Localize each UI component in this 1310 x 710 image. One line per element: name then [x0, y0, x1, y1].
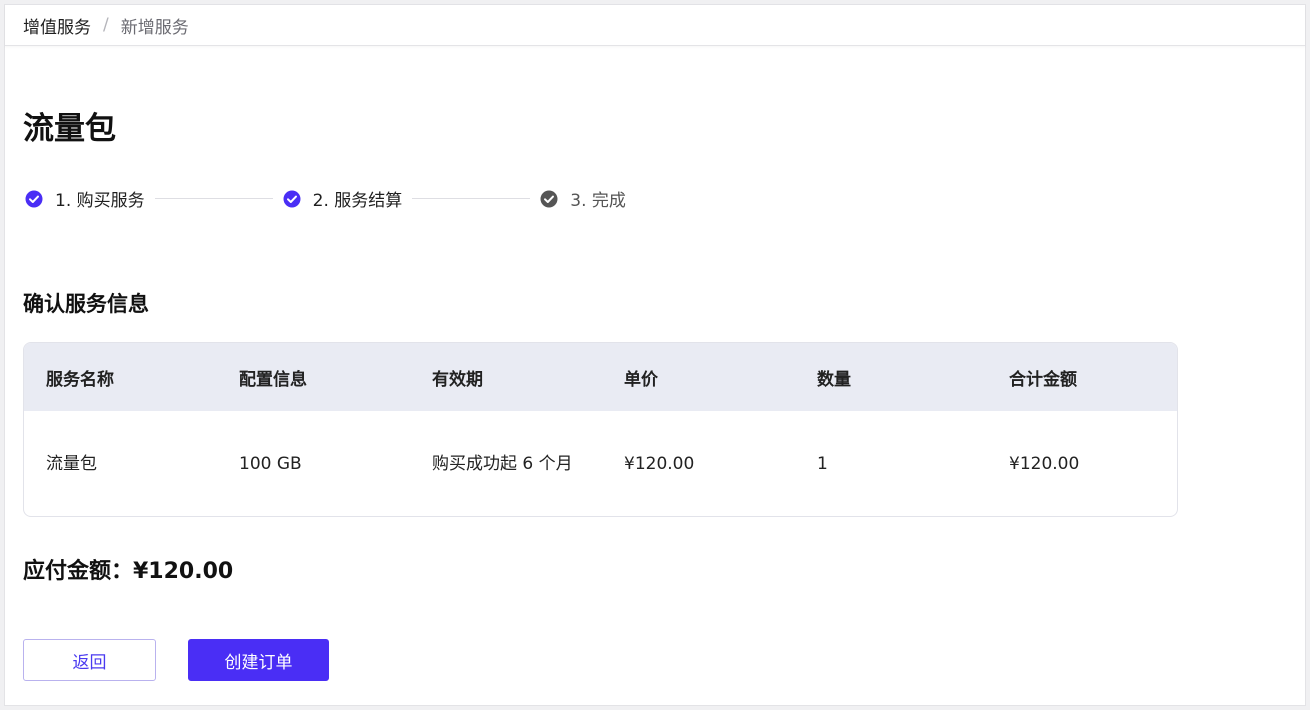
section-title: 确认服务信息 [23, 292, 149, 316]
table-row: 流量包 100 GB 购买成功起 6 个月 ¥120.00 1 ¥120.00 [24, 411, 1177, 516]
page-title: 流量包 [23, 111, 116, 147]
check-circle-icon [283, 190, 301, 207]
breadcrumb-current: 新增服务 [120, 17, 189, 38]
page-frame: 增值服务 / 新增服务 流量包 1. 购买服务 2. 服务结算 3. 完成 确认… [4, 4, 1306, 706]
cell-total: ¥120.00 [1009, 453, 1080, 474]
table-header-row: 服务名称 配置信息 有效期 单价 数量 合计金额 [24, 343, 1177, 411]
step-3: 3. 完成 [540, 186, 626, 211]
breadcrumb-root-link[interactable]: 增值服务 [23, 13, 91, 38]
service-table: 服务名称 配置信息 有效期 单价 数量 合计金额 流量包 100 GB 购买成功… [23, 342, 1178, 517]
cell-quantity: 1 [817, 453, 828, 474]
step-3-label: 3. 完成 [570, 191, 626, 211]
cell-validity: 购买成功起 6 个月 [432, 453, 573, 474]
breadcrumb-separator: / [103, 15, 109, 35]
column-header-config: 配置信息 [239, 369, 307, 390]
column-header-quantity: 数量 [817, 369, 851, 390]
back-button[interactable]: 返回 [23, 639, 156, 681]
cell-unit-price: ¥120.00 [624, 453, 695, 474]
breadcrumb: 增值服务 / 新增服务 [5, 5, 1305, 46]
column-header-service-name: 服务名称 [46, 369, 114, 390]
payable-amount: 应付金额：¥120.00 [23, 559, 234, 584]
cell-config: 100 GB [239, 453, 302, 474]
create-order-button[interactable]: 创建订单 [188, 639, 329, 681]
cell-service-name: 流量包 [46, 453, 97, 474]
step-1-label: 1. 购买服务 [55, 191, 145, 211]
column-header-total: 合计金额 [1009, 369, 1077, 390]
step-connector [412, 198, 531, 199]
column-header-unit-price: 单价 [624, 369, 658, 390]
step-2: 2. 服务结算 [283, 186, 403, 211]
step-connector [154, 198, 273, 199]
column-header-validity: 有效期 [432, 369, 483, 390]
step-2-label: 2. 服务结算 [312, 191, 403, 211]
check-circle-icon [25, 190, 43, 207]
steps-indicator: 1. 购买服务 2. 服务结算 3. 完成 [25, 186, 626, 211]
check-circle-icon [540, 190, 558, 207]
step-1: 1. 购买服务 [25, 186, 145, 211]
